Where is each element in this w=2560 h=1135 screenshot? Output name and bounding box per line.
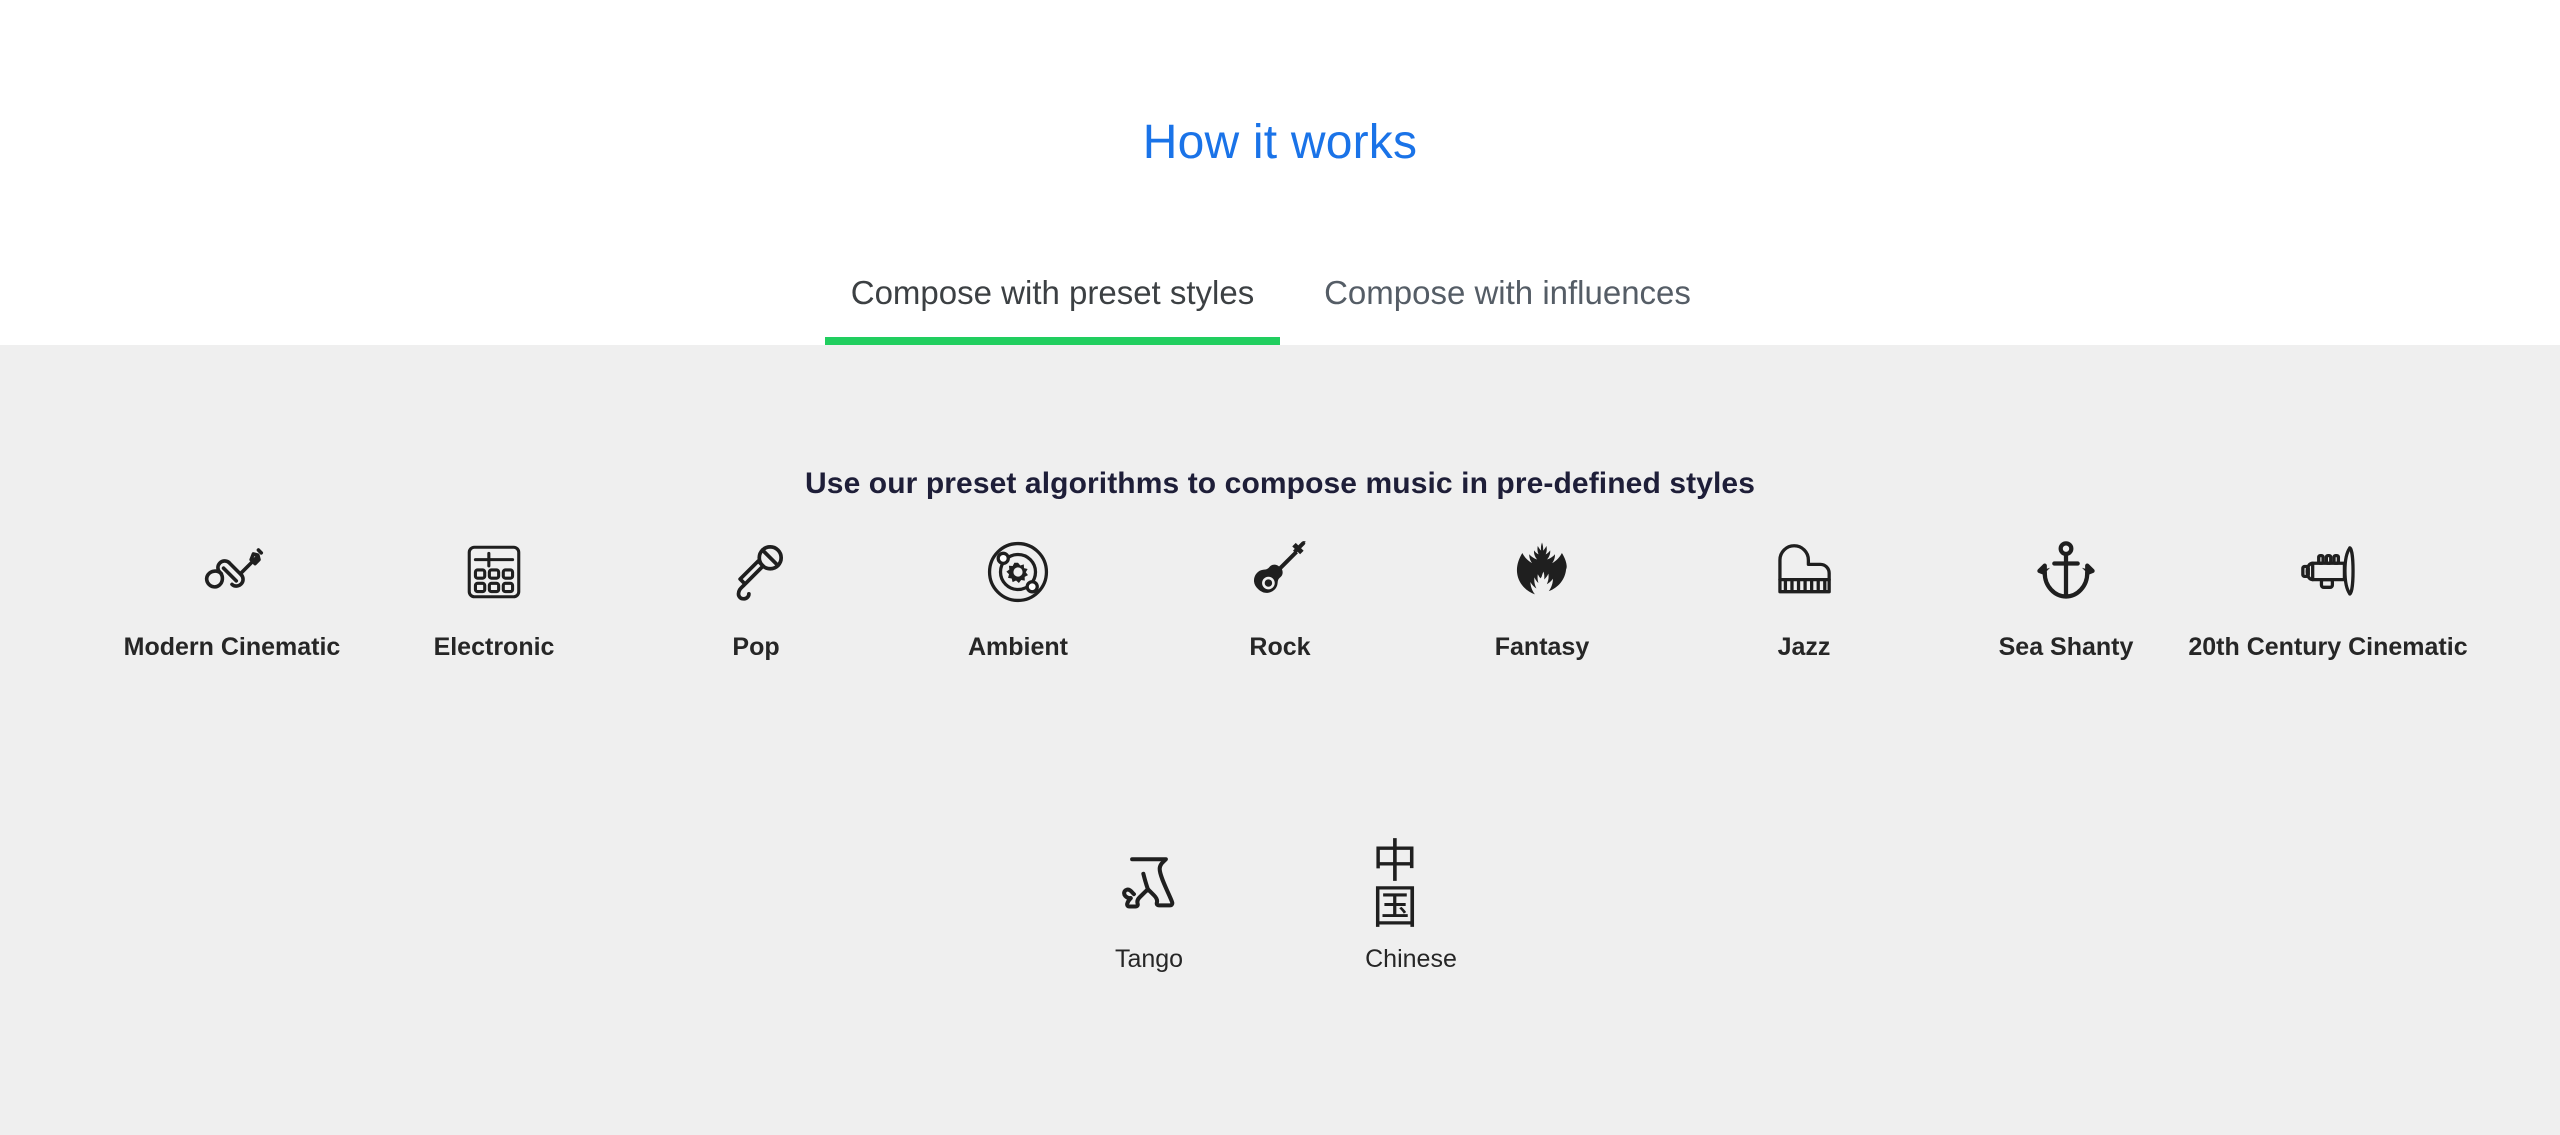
trumpet-icon xyxy=(2289,533,2367,611)
style-label: Electronic xyxy=(433,633,555,661)
tab-compose-with-influences[interactable]: Compose with influences xyxy=(1280,262,1735,345)
drum-machine-icon xyxy=(455,533,533,611)
tab-label: Compose with influences xyxy=(1324,274,1691,311)
violin-icon xyxy=(193,533,271,611)
page-title: How it works xyxy=(1142,116,1418,169)
electric-guitar-icon xyxy=(1241,533,1319,611)
style-label: Sea Shanty xyxy=(1998,633,2134,661)
tab-label: Compose with preset styles xyxy=(850,274,1255,311)
preset-styles-panel: Use our preset algorithms to compose mus… xyxy=(0,345,2560,1135)
style-item-chinese[interactable]: 中国 Chinese xyxy=(1280,838,1542,974)
style-item-sea-shanty[interactable]: Sea Shanty xyxy=(1935,533,2197,662)
how-it-works-page: How it works Compose with preset styles … xyxy=(0,0,2560,1135)
style-grid-row-2: Tango 中国 Chinese xyxy=(0,838,2560,974)
anchor-icon xyxy=(2027,533,2105,611)
style-label: Pop xyxy=(732,633,780,661)
style-item-fantasy[interactable]: Fantasy xyxy=(1411,533,1673,662)
microphone-icon xyxy=(717,533,795,611)
tab-bar: Compose with preset styles Compose with … xyxy=(0,262,2560,345)
tab-active-underline xyxy=(1280,337,1735,345)
style-label: Modern Cinematic xyxy=(123,633,341,661)
chinese-characters-icon: 中国 xyxy=(1372,838,1450,930)
style-label: Jazz xyxy=(1777,633,1831,661)
grand-piano-icon xyxy=(1765,533,1843,611)
style-item-electronic[interactable]: Electronic xyxy=(363,533,625,662)
chinese-glyph: 中国 xyxy=(1372,834,1418,934)
style-item-tango[interactable]: Tango xyxy=(1018,845,1280,974)
style-label: Rock xyxy=(1249,633,1311,661)
tango-dancers-icon xyxy=(1110,845,1188,923)
dragon-icon xyxy=(1503,533,1581,611)
style-label: Ambient xyxy=(968,633,1068,661)
style-item-jazz[interactable]: Jazz xyxy=(1673,533,1935,662)
style-item-rock[interactable]: Rock xyxy=(1149,533,1411,662)
style-item-20th-century-cinematic[interactable]: 20th Century Cinematic xyxy=(2188,533,2468,662)
style-item-ambient[interactable]: Ambient xyxy=(887,533,1149,662)
atom-orbit-gear-icon xyxy=(979,533,1057,611)
hero-section: How it works Compose with preset styles … xyxy=(0,0,2560,345)
tab-compose-with-preset-styles[interactable]: Compose with preset styles xyxy=(825,262,1280,345)
style-label: Chinese xyxy=(1365,945,1457,973)
style-label: Tango xyxy=(1114,945,1184,973)
style-item-pop[interactable]: Pop xyxy=(625,533,887,662)
style-item-modern-cinematic[interactable]: Modern Cinematic xyxy=(101,533,363,662)
style-grid-row-1: Modern Cinematic Electronic Pop Ambient … xyxy=(0,533,2560,662)
tab-active-underline xyxy=(825,337,1280,345)
style-label: 20th Century Cinematic xyxy=(2188,633,2468,661)
section-subtitle: Use our preset algorithms to compose mus… xyxy=(805,467,1755,500)
style-label: Fantasy xyxy=(1494,633,1590,661)
